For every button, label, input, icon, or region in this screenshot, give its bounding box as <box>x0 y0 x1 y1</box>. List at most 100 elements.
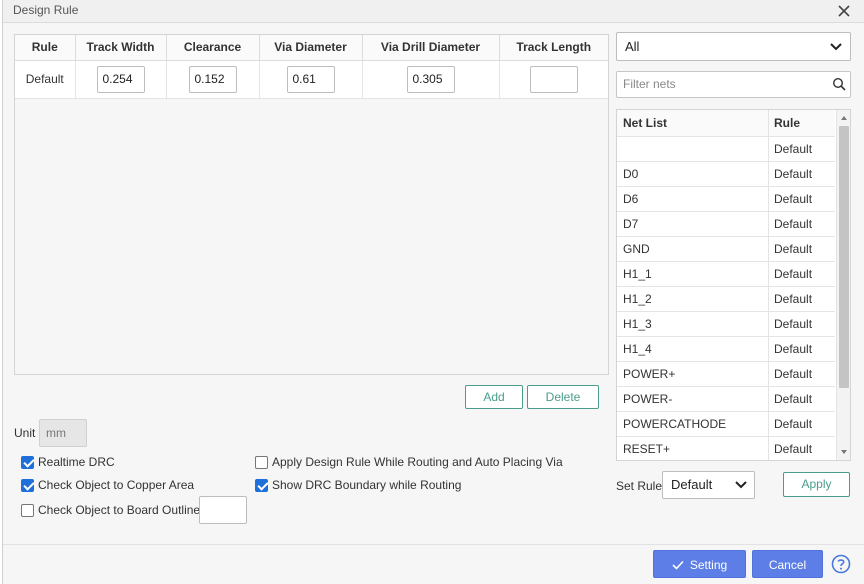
rules-header-rule: Rule <box>15 35 76 61</box>
table-row[interactable]: D6 Default <box>617 187 835 212</box>
apply-button[interactable]: Apply <box>783 472 850 497</box>
net-rule-cell: Default <box>774 142 813 156</box>
setting-label: Setting <box>689 558 728 572</box>
dialog-title: Design Rule <box>13 3 79 17</box>
track-length-input[interactable] <box>529 65 578 93</box>
net-name-cell: RESET+ <box>617 437 769 460</box>
via-drill-diameter-cell <box>362 60 500 99</box>
set-rule-label: Set Rule <box>616 479 663 493</box>
via-diameter-input[interactable] <box>286 65 335 93</box>
net-rule-cell: Default <box>774 192 813 206</box>
filter-nets-input[interactable]: Filter nets <box>616 71 851 98</box>
close-icon[interactable] <box>835 2 853 20</box>
footer-divider <box>3 544 864 545</box>
check-icon <box>672 560 684 570</box>
table-row[interactable]: H1_4 Default <box>617 337 835 362</box>
rules-table-panel: Rule Track Width Clearance Via Diameter … <box>14 34 609 375</box>
table-row[interactable]: H1_1 Default <box>617 262 835 287</box>
board-outline-label: Check Object to Board Outline <box>38 503 201 517</box>
net-class-select[interactable]: All <box>616 32 851 61</box>
rules-header-clearance: Clearance <box>166 35 260 61</box>
realtime-drc-label: Realtime DRC <box>38 455 115 469</box>
net-rule-cell: Default <box>774 367 813 381</box>
rules-header-track-width: Track Width <box>75 35 167 61</box>
scrollbar-thumb[interactable] <box>839 126 849 388</box>
realtime-drc-checkbox[interactable]: Realtime DRC <box>21 455 115 469</box>
delete-button[interactable]: Delete <box>527 385 599 409</box>
table-row[interactable]: H1_3 Default <box>617 312 835 337</box>
rule-name-cell: Default <box>15 60 76 99</box>
copper-area-label: Check Object to Copper Area <box>38 478 195 492</box>
via-diameter-cell <box>259 60 363 99</box>
net-rule-cell: Default <box>774 217 813 231</box>
net-name-cell: GND <box>617 237 769 262</box>
copper-area-checkbox[interactable]: Check Object to Copper Area <box>21 478 194 492</box>
design-rule-dialog: Design Rule Rule Track Width Clearance V… <box>2 0 864 584</box>
clearance-input[interactable] <box>188 65 237 93</box>
rules-header-via-drill-diameter: Via Drill Diameter <box>362 35 500 61</box>
track-width-input[interactable] <box>96 65 145 93</box>
board-outline-checkbox[interactable]: Check Object to Board Outline <box>21 503 200 517</box>
table-row[interactable]: H1_2 Default <box>617 287 835 312</box>
unit-field: mm <box>39 419 87 447</box>
unit-label: Unit <box>14 426 36 440</box>
set-rule-select[interactable]: Default <box>662 471 755 499</box>
table-row[interactable]: POWERCATHODE Default <box>617 412 835 437</box>
table-row[interactable]: POWER+ Default <box>617 362 835 387</box>
net-name-cell: D0 <box>617 162 769 187</box>
table-row[interactable]: POWER- Default <box>617 387 835 412</box>
net-name-cell: H1_1 <box>617 262 769 287</box>
titlebar: Design Rule <box>3 0 864 23</box>
show-drc-boundary-label: Show DRC Boundary while Routing <box>272 478 462 492</box>
help-icon[interactable] <box>831 554 851 574</box>
net-rule-cell: Default <box>774 267 813 281</box>
show-drc-boundary-checkbox[interactable]: Show DRC Boundary while Routing <box>255 478 461 492</box>
net-name-cell: POWERCATHODE <box>617 412 769 437</box>
net-name-cell: H1_4 <box>617 337 769 362</box>
net-list-table: Net List Rule Default D0 Default D6 Default D… <box>616 109 851 461</box>
net-name-cell <box>617 137 769 162</box>
net-list-scrollbar[interactable] <box>836 110 850 460</box>
net-rule-cell: Default <box>774 292 813 306</box>
rules-header-track-length: Track Length <box>499 35 608 61</box>
net-rule-cell: Default <box>774 242 813 256</box>
net-rule-cell: Default <box>774 417 813 431</box>
checkbox-unchecked-icon <box>255 455 268 469</box>
set-rule-selected: Default <box>671 477 713 492</box>
table-row[interactable]: Default <box>15 60 608 99</box>
chevron-down-icon <box>735 481 747 489</box>
track-length-cell <box>499 60 608 99</box>
table-row[interactable]: RESET+ Default <box>617 437 835 460</box>
net-name-cell: D7 <box>617 212 769 237</box>
cancel-button[interactable]: Cancel <box>752 550 823 578</box>
via-drill-diameter-input[interactable] <box>406 65 455 93</box>
table-row[interactable]: D0 Default <box>617 162 835 187</box>
net-rule-cell: Default <box>774 317 813 331</box>
table-row[interactable]: GND Default <box>617 237 835 262</box>
search-icon[interactable] <box>832 77 846 91</box>
add-button[interactable]: Add <box>465 385 523 409</box>
net-name-cell: H1_2 <box>617 287 769 312</box>
board-outline-input[interactable] <box>199 496 247 524</box>
checkbox-checked-icon <box>21 455 34 469</box>
chevron-down-icon <box>830 43 842 51</box>
net-rule-cell: Default <box>774 167 813 181</box>
net-list-header: Net List Rule <box>617 110 835 137</box>
apply-while-routing-checkbox[interactable]: Apply Design Rule While Routing and Auto… <box>255 455 563 469</box>
table-row[interactable]: Default <box>617 137 835 162</box>
checkbox-checked-icon <box>255 478 268 492</box>
net-name-cell: POWER- <box>617 387 769 412</box>
net-rule-cell: Default <box>774 342 813 356</box>
net-name-cell: POWER+ <box>617 362 769 387</box>
net-list-header-net: Net List <box>617 110 769 137</box>
net-name-cell: H1_3 <box>617 312 769 337</box>
net-rule-cell: Default <box>774 392 813 406</box>
checkbox-unchecked-icon <box>21 503 34 517</box>
table-row[interactable]: D7 Default <box>617 212 835 237</box>
setting-button[interactable]: Setting <box>653 550 746 578</box>
net-name-cell: D6 <box>617 187 769 212</box>
rules-header-via-diameter: Via Diameter <box>259 35 363 61</box>
net-class-selected: All <box>625 39 640 54</box>
scroll-up-icon[interactable] <box>840 114 848 122</box>
scroll-down-icon[interactable] <box>840 448 848 456</box>
